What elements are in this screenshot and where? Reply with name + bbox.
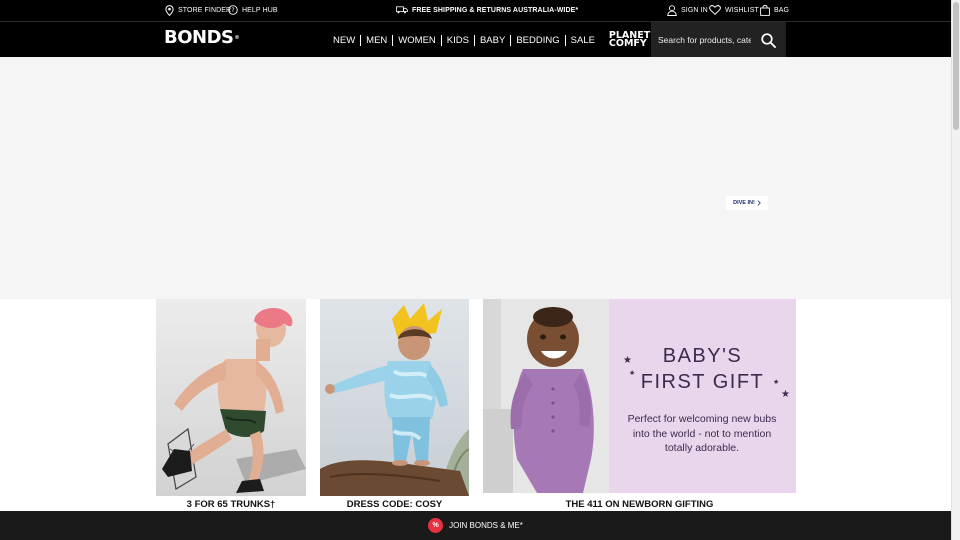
location-pin-icon bbox=[165, 4, 174, 16]
nav-item-women[interactable]: WOMEN bbox=[392, 34, 440, 46]
store-finder-label: STORE FINDER bbox=[178, 6, 232, 14]
wishlist-label: WISHLIST bbox=[725, 6, 759, 14]
heart-icon bbox=[709, 5, 721, 15]
nav-item-baby[interactable]: BABY bbox=[473, 34, 510, 46]
promo-tile-trunks[interactable]: 3 FOR 65 TRUNKS† bbox=[156, 299, 306, 514]
utility-bar: STORE FINDER ? HELP HUB FREE SHIPPING & … bbox=[0, 0, 951, 21]
svg-text:?: ? bbox=[231, 7, 234, 14]
truck-icon bbox=[396, 6, 408, 14]
promo-tile-cosy[interactable]: DRESS CODE: COSY bbox=[320, 299, 469, 514]
shipping-banner[interactable]: FREE SHIPPING & RETURNS AUSTRALIA-WIDE* bbox=[396, 3, 578, 17]
dive-in-label: DIVE IN! bbox=[733, 200, 755, 206]
nav-item-kids[interactable]: KIDS bbox=[440, 34, 474, 46]
search-button[interactable] bbox=[758, 30, 778, 50]
trunks-model-image bbox=[156, 299, 306, 496]
percent-badge-icon: % bbox=[428, 518, 444, 533]
sign-in-link[interactable]: SIGN IN bbox=[667, 3, 708, 17]
store-finder-link[interactable]: STORE FINDER bbox=[165, 3, 231, 17]
page-scrollbar[interactable] bbox=[951, 0, 960, 540]
gift-info-panel: ★ ★ ★ ★ BABY'S FIRST GIFT Perfect for we… bbox=[609, 299, 796, 493]
baby-photo-image bbox=[483, 299, 609, 493]
search-input[interactable] bbox=[651, 22, 751, 58]
bag-link[interactable]: BAG bbox=[760, 3, 789, 17]
nav-item-sale[interactable]: SALE bbox=[564, 34, 600, 46]
bag-label: BAG bbox=[774, 6, 790, 14]
cosy-kid-image bbox=[320, 299, 469, 496]
scrollbar-thumb[interactable] bbox=[953, 2, 959, 130]
main-nav: BONDS® NEW MEN WOMEN KIDS BABY BEDDING S… bbox=[0, 21, 951, 58]
user-icon bbox=[667, 4, 677, 16]
nav-item-planet-comfy[interactable]: PLANET COMFY bbox=[604, 30, 650, 49]
cosy-caption[interactable]: DRESS CODE: COSY bbox=[320, 499, 469, 510]
join-bonds-bar[interactable]: % JOIN BONDS & ME* bbox=[0, 511, 951, 540]
planet-comfy-line2: COMFY bbox=[608, 38, 647, 49]
logo-registered-mark: ® bbox=[234, 35, 240, 41]
chevron-right-icon bbox=[757, 200, 761, 206]
logo-text: BONDS bbox=[164, 27, 234, 48]
dive-in-button[interactable]: DIVE IN! bbox=[726, 196, 768, 210]
nav-item-men[interactable]: MEN bbox=[360, 34, 392, 46]
trunks-caption[interactable]: 3 FOR 65 TRUNKS† bbox=[156, 499, 306, 510]
nav-item-bedding[interactable]: BEDDING bbox=[510, 34, 564, 46]
promo-tile-newborn[interactable]: ★ ★ ★ ★ BABY'S FIRST GIFT Perfect for we… bbox=[483, 299, 796, 514]
gift-description: Perfect for welcoming new bubs into the … bbox=[627, 413, 777, 454]
help-circle-icon: ? bbox=[228, 5, 238, 15]
sign-in-label: SIGN IN bbox=[681, 6, 708, 14]
gift-title-line2: FIRST GIFT bbox=[640, 371, 765, 393]
shipping-text: FREE SHIPPING & RETURNS AUSTRALIA-WIDE* bbox=[412, 6, 579, 14]
newborn-caption[interactable]: THE 411 ON NEWBORN GIFTING bbox=[483, 499, 796, 510]
shopping-bag-icon bbox=[760, 4, 770, 16]
gift-title-line1: BABY'S bbox=[662, 345, 743, 367]
wishlist-link[interactable]: WISHLIST bbox=[709, 3, 759, 17]
search-box bbox=[651, 22, 786, 58]
nav-item-new[interactable]: NEW bbox=[328, 35, 360, 46]
bonds-logo[interactable]: BONDS® bbox=[164, 28, 239, 48]
hero-banner: DIVE IN! bbox=[0, 57, 951, 299]
join-bonds-label: JOIN BONDS & ME* bbox=[449, 521, 523, 530]
category-nav: NEW MEN WOMEN KIDS BABY BEDDING SALE PLA… bbox=[328, 22, 650, 58]
help-hub-label: HELP HUB bbox=[242, 6, 278, 14]
help-hub-link[interactable]: ? HELP HUB bbox=[228, 3, 278, 17]
search-icon bbox=[760, 32, 776, 48]
